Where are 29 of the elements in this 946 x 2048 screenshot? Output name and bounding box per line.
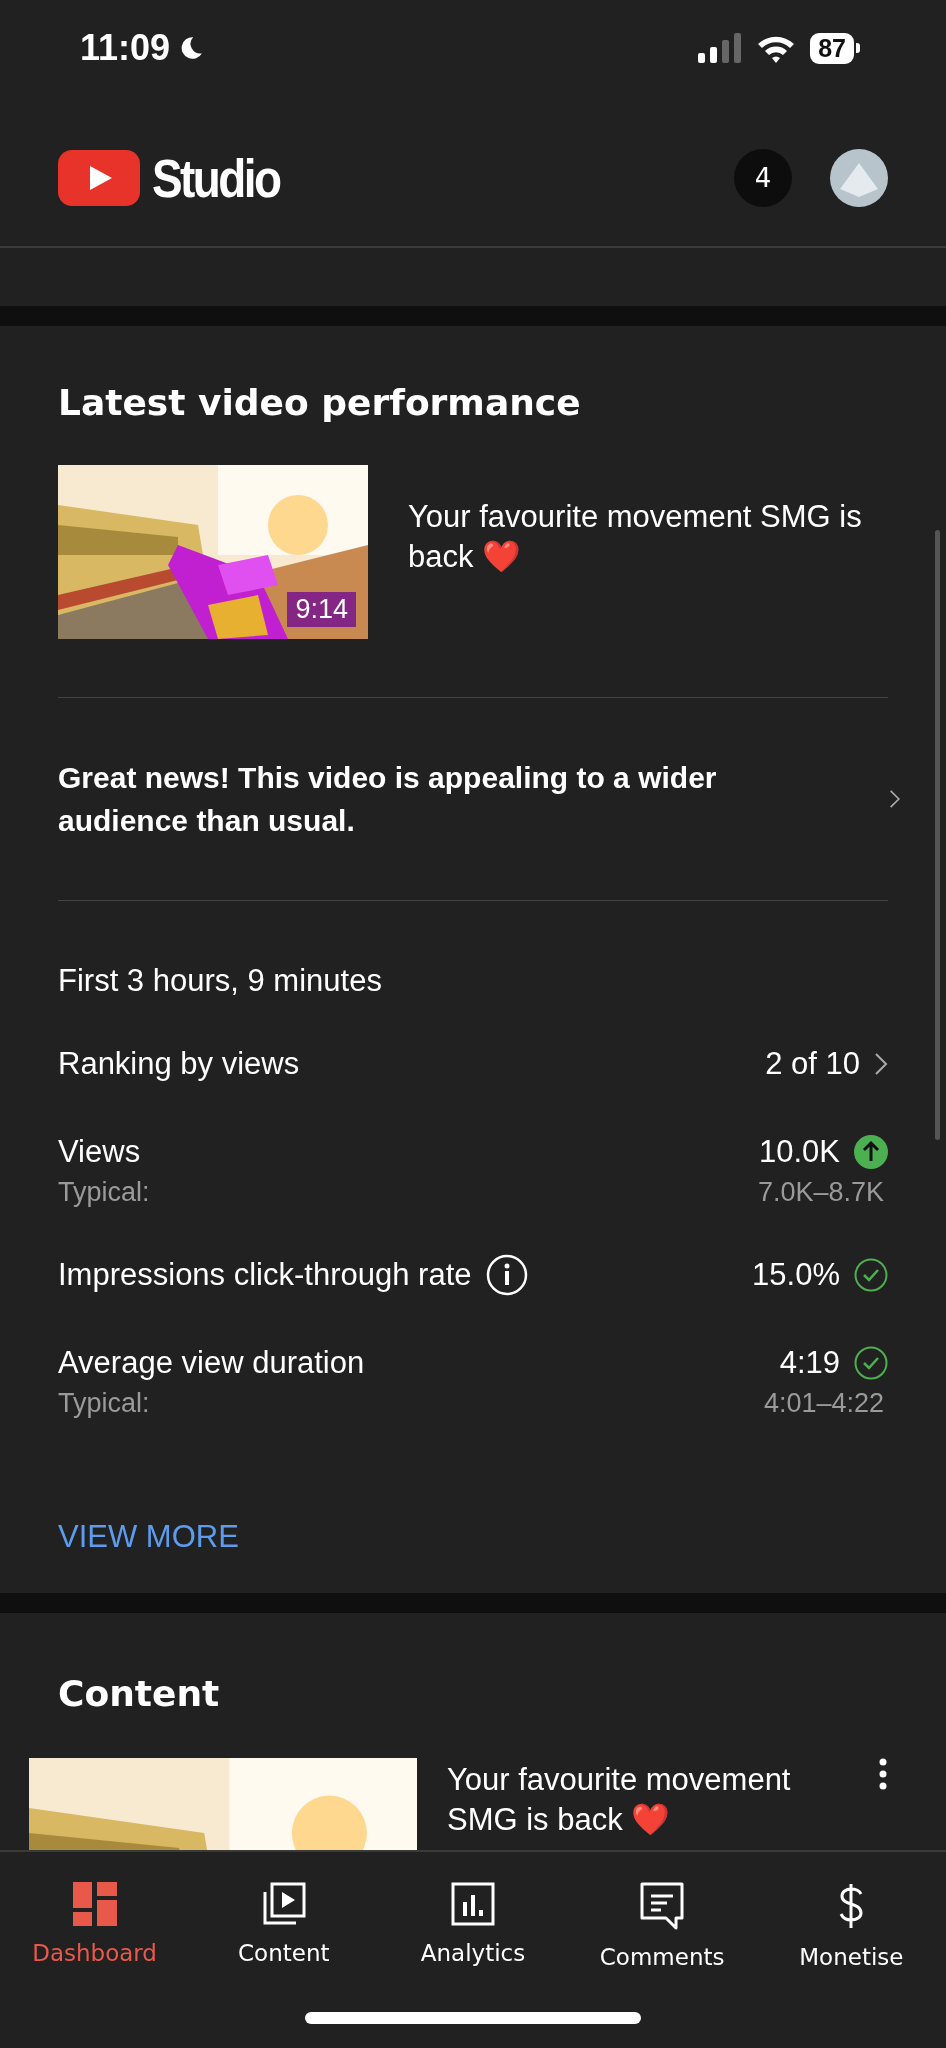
duration-badge: 9:14 (287, 592, 356, 627)
metric-label: Average view duration (58, 1345, 365, 1381)
metric-label: Impressions click-through rate (58, 1257, 472, 1293)
metric-value: 2 of 10 (765, 1046, 860, 1082)
typical-range: 4:01–4:22 (763, 1388, 884, 1419)
app-title: Studio (152, 147, 280, 209)
section-title: Latest video performance (58, 382, 582, 423)
typical-label: Typical: (58, 1177, 150, 1208)
section-title: Content (58, 1673, 221, 1714)
nav-tab[interactable]: Analytics (382, 1882, 563, 1966)
nav-tab[interactable]: Comments (572, 1882, 753, 1970)
metric-value: 15.0% (752, 1257, 840, 1293)
typical-range: 7.0K–8.7K (757, 1177, 884, 1208)
nav-tab[interactable]: Monetise (761, 1882, 942, 1970)
typical-label: Typical: (58, 1388, 150, 1419)
metric-label: Views (58, 1134, 141, 1170)
video-title[interactable]: Your favourite movement SMG is back ❤ (447, 1760, 848, 1840)
metric-label: Ranking by views (58, 1046, 300, 1082)
metric-value: 10.0K (759, 1134, 840, 1170)
insight-message[interactable]: Great news! This video is appealing to a wider audience than usual. (58, 756, 849, 842)
view-more-link[interactable]: VIEW MORE (58, 1519, 239, 1554)
metric-value: 4:19 (779, 1345, 840, 1381)
nav-tab[interactable]: Content (193, 1882, 374, 1966)
period-label: First 3 hours, 9 minutes (58, 962, 383, 1000)
video-title[interactable]: Your favourite movement SMG is back ❤ (408, 497, 888, 607)
notification-button[interactable]: 4 (734, 149, 792, 207)
clock: 11:09 (80, 27, 171, 69)
nav-tab[interactable]: Dashboard (4, 1882, 185, 1966)
battery-level: 87 (810, 32, 854, 64)
